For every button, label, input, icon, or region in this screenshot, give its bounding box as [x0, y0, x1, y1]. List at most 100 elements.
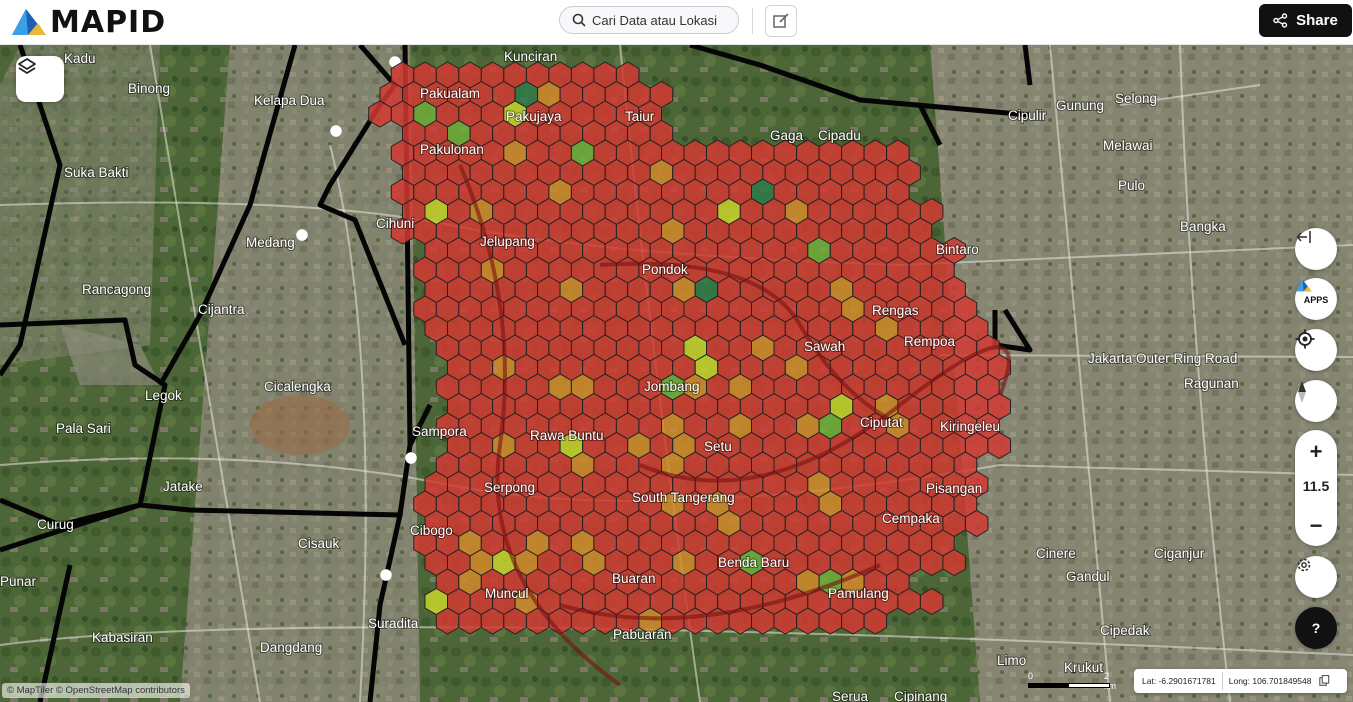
place-label: Ragunan: [1184, 376, 1239, 391]
copy-icon[interactable]: [1319, 674, 1330, 688]
search-icon: [572, 13, 586, 27]
toolbar-divider: [752, 8, 753, 34]
place-label: Cihuni: [376, 216, 414, 231]
map-marker[interactable]: [330, 125, 342, 137]
mapid-logo-icon: [12, 9, 46, 35]
place-label: Setu: [704, 439, 732, 454]
zoom-out-button[interactable]: −: [1295, 512, 1337, 540]
place-label: Melawai: [1103, 138, 1153, 153]
map-marker[interactable]: [405, 452, 417, 464]
top-bar: MAPID Share: [0, 0, 1353, 45]
place-label: Pondok: [642, 262, 688, 277]
place-label: Bintaro: [936, 242, 979, 257]
place-label: Jakarta Outer Ring Road: [1088, 351, 1237, 366]
place-label: Suka Bakti: [64, 165, 129, 180]
map-marker[interactable]: [296, 229, 308, 241]
place-label: Cibogo: [410, 523, 453, 538]
place-label: Pulo: [1118, 178, 1145, 193]
place-label: Gandul: [1066, 569, 1110, 584]
apps-label: APPS: [1303, 294, 1329, 305]
apps-icon: [1296, 279, 1312, 292]
gear-icon: [1297, 558, 1311, 572]
search-box[interactable]: [559, 6, 739, 34]
place-label: Suradita: [368, 616, 419, 631]
settings-button[interactable]: [1295, 556, 1337, 598]
place-label: Gaga: [770, 128, 804, 143]
apps-button[interactable]: APPS: [1295, 278, 1337, 320]
place-label: Kiringeleu: [940, 419, 1000, 434]
collapse-panel-button[interactable]: [1295, 228, 1337, 270]
locate-me-button[interactable]: [1295, 329, 1337, 371]
layers-icon: [18, 58, 36, 74]
place-label: Cipulir: [1008, 108, 1047, 123]
place-label: Punar: [0, 574, 37, 589]
place-label: Cipedak: [1100, 623, 1150, 638]
place-label: Rengas: [872, 303, 919, 318]
scale-bar: 0 2 km: [1028, 671, 1116, 693]
place-label: Buaran: [612, 571, 656, 586]
map-marker[interactable]: [380, 569, 392, 581]
place-label: Ciputat: [860, 415, 903, 430]
place-label: Gunung: [1056, 98, 1104, 113]
place-label: Limo: [997, 653, 1026, 668]
place-label: Kelapa Dua: [254, 93, 325, 108]
place-label: Bangka: [1180, 219, 1226, 234]
layers-button[interactable]: [16, 56, 64, 102]
place-label: Sawah: [804, 339, 845, 354]
place-label: Kunciran: [504, 49, 557, 64]
map-canvas[interactable]: Kadu Binong Kelapa Dua Suka Bakti Medang Ranc…: [0, 45, 1353, 702]
share-icon: [1273, 13, 1288, 28]
place-label: Curug: [37, 517, 74, 532]
search-input[interactable]: [592, 12, 732, 28]
brand-logo[interactable]: MAPID: [10, 4, 166, 40]
edit-button[interactable]: [765, 5, 797, 37]
place-label: Jombang: [644, 379, 700, 394]
latitude-readout: Lat: -6.2901671781: [1142, 676, 1216, 686]
collapse-left-icon: [1296, 231, 1311, 243]
compass-icon: [1298, 381, 1306, 403]
zoom-in-button[interactable]: +: [1295, 438, 1337, 466]
place-label: Cicalengka: [264, 379, 331, 394]
place-label: Rancagong: [82, 282, 151, 297]
place-label: Pala Sari: [56, 421, 111, 436]
place-label: Jelupang: [480, 234, 535, 249]
place-label: Sampora: [412, 424, 467, 439]
place-label: Medang: [246, 235, 295, 250]
map-view[interactable]: Kadu Binong Kelapa Dua Suka Bakti Medang Ranc…: [0, 45, 1353, 702]
place-label: Cipinang: [894, 689, 947, 702]
place-label: Cisauk: [298, 536, 340, 551]
place-label: Cinere: [1036, 546, 1076, 561]
zoom-level: 11.5: [1302, 478, 1330, 494]
readout-divider: [1221, 672, 1223, 690]
place-label: Rawa Buntu: [530, 428, 604, 443]
crosshair-icon: [1295, 329, 1315, 349]
zoom-control: + 11.5 −: [1295, 430, 1337, 546]
place-label: Selong: [1115, 91, 1157, 106]
place-label: Ciganjur: [1154, 546, 1205, 561]
place-label: Jatake: [163, 479, 203, 494]
share-button[interactable]: Share: [1259, 4, 1352, 37]
map-attribution[interactable]: © MapTiler © OpenStreetMap contributors: [2, 683, 190, 698]
place-label: Pakualam: [420, 86, 480, 101]
place-label: Cipadu: [818, 128, 861, 143]
place-label: Binong: [128, 81, 170, 96]
place-label: Kadu: [64, 51, 96, 66]
place-label: Rempoa: [904, 334, 956, 349]
place-label: Serua: [832, 689, 869, 702]
edit-icon: [773, 13, 789, 28]
place-label: Kabasiran: [92, 630, 153, 645]
place-label: Cempaka: [882, 511, 940, 526]
share-label: Share: [1296, 12, 1338, 29]
help-button[interactable]: ?: [1295, 607, 1337, 649]
place-label: Pisangan: [926, 481, 982, 496]
place-label: Muncul: [485, 586, 529, 601]
place-label: Benda Baru: [718, 555, 789, 570]
brand-name: MAPID: [50, 4, 167, 40]
place-label: Dangdang: [260, 640, 322, 655]
longitude-readout: Long: 106.701849548: [1228, 676, 1312, 686]
place-label: Serpong: [484, 480, 535, 495]
scale-distance-label: 2 km: [1104, 671, 1116, 691]
compass-button[interactable]: [1295, 380, 1337, 422]
place-label: Legok: [145, 388, 182, 403]
place-label: Pabuaran: [613, 627, 672, 642]
